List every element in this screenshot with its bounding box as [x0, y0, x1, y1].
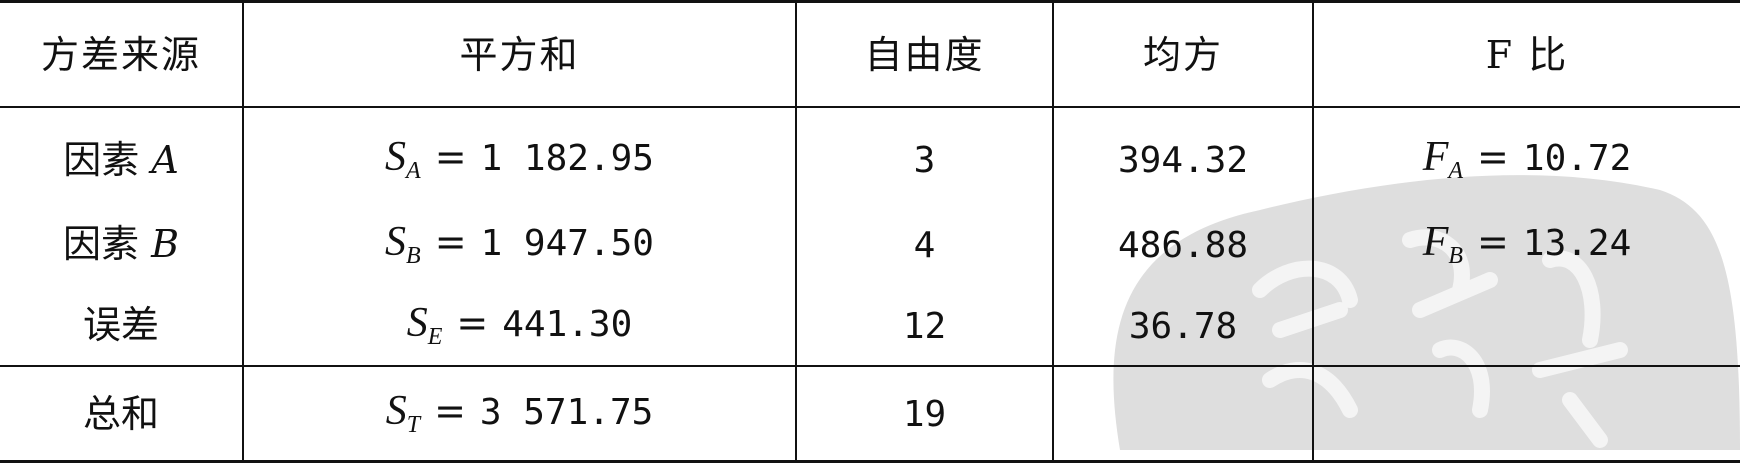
header-f-ratio: F 比	[1312, 0, 1740, 108]
source-variable: A	[151, 137, 179, 182]
ss-equals: =	[434, 135, 467, 179]
ss-value: 3 571.75	[479, 392, 654, 433]
ss-subscript: T	[406, 412, 421, 438]
f-symbol: F	[1422, 218, 1449, 265]
source-label: 因素	[62, 222, 152, 266]
f-ratio-cell-empty	[1312, 365, 1740, 463]
ss-value: 1 947.50	[480, 222, 654, 264]
source-cell: 因素 B	[0, 203, 243, 285]
source-label: 总和	[82, 391, 159, 436]
source-label: 误差	[82, 303, 159, 347]
f-equals: =	[1477, 135, 1509, 179]
f-ratio-cell: FB = 13.24	[1312, 203, 1740, 285]
ss-value: 1 182.95	[480, 138, 654, 179]
header-mean-square: 均方	[1052, 0, 1313, 108]
header-source: 方差来源	[0, 0, 243, 108]
header-row: 方差来源 平方和 自由度 均方 F 比	[0, 0, 1740, 108]
ss-equals: =	[434, 219, 467, 264]
ss-subscript: B	[406, 242, 421, 269]
f-value: 10.72	[1522, 138, 1632, 179]
f-ratio-cell: FA = 10.72	[1312, 107, 1740, 203]
ss-symbol: S	[385, 388, 407, 434]
table-row-factor-b: 因素 B SB = 1 947.50 4 486.88 FB = 13.24	[0, 203, 1740, 285]
ss-value: 441.30	[502, 303, 633, 345]
source-label: 因素	[63, 137, 152, 182]
mean-square-cell-empty	[1052, 365, 1313, 463]
df-value: 19	[902, 394, 947, 435]
anova-table: 方差来源 平方和 自由度 均方 F 比 因素 A SA = 1 182.95 3 3…	[0, 0, 1740, 463]
source-cell: 总和	[0, 365, 243, 463]
sum-of-squares-cell: SE = 441.30	[242, 285, 796, 366]
df-cell: 12	[795, 285, 1053, 366]
ms-value: 394.32	[1117, 140, 1249, 181]
f-ratio-cell-empty	[1312, 285, 1740, 366]
ms-value: 486.88	[1117, 224, 1249, 266]
table-row-error: 误差 SE = 441.30 12 36.78	[0, 285, 1740, 366]
df-value: 4	[913, 224, 936, 266]
f-subscript: B	[1448, 242, 1464, 269]
ss-symbol: S	[406, 299, 428, 346]
ss-subscript: E	[427, 323, 443, 350]
header-sum-of-squares: 平方和	[242, 0, 796, 108]
table-row-factor-a: 因素 A SA = 1 182.95 3 394.32 FA = 10.72	[0, 107, 1740, 203]
df-cell: 19	[795, 365, 1053, 463]
ss-equals: =	[434, 389, 466, 433]
f-equals: =	[1477, 219, 1509, 264]
f-symbol: F	[1422, 134, 1449, 180]
table-row-total: 总和 ST = 3 571.75 19	[0, 365, 1740, 463]
df-cell: 4	[795, 203, 1053, 285]
ss-symbol: S	[385, 134, 407, 180]
source-variable: B	[151, 222, 180, 266]
ss-subscript: A	[406, 158, 421, 184]
header-degrees-of-freedom: 自由度	[795, 0, 1053, 108]
sum-of-squares-cell: SB = 1 947.50	[242, 203, 796, 285]
mean-square-cell: 486.88	[1052, 203, 1313, 285]
source-cell: 因素 A	[0, 107, 243, 203]
df-value: 3	[913, 140, 936, 181]
ss-equals: =	[456, 300, 489, 345]
source-cell: 误差	[0, 285, 243, 366]
df-cell: 3	[795, 107, 1053, 203]
f-value: 13.24	[1522, 222, 1632, 264]
sum-of-squares-cell: SA = 1 182.95	[242, 107, 796, 203]
df-value: 12	[902, 305, 947, 347]
f-subscript: A	[1448, 158, 1464, 184]
mean-square-cell: 36.78	[1052, 285, 1313, 366]
ms-value: 36.78	[1128, 305, 1238, 347]
sum-of-squares-cell: ST = 3 571.75	[242, 365, 796, 463]
mean-square-cell: 394.32	[1052, 107, 1313, 203]
ss-symbol: S	[385, 218, 407, 265]
